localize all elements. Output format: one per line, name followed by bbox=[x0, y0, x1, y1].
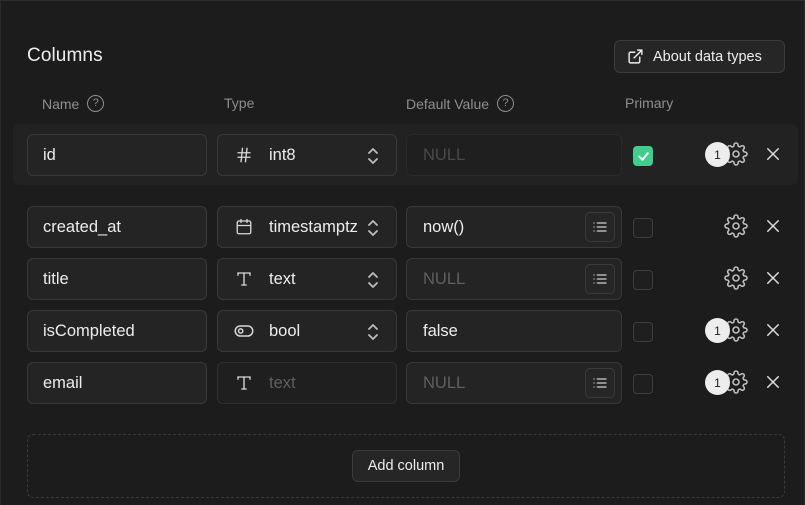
column-name-value: title bbox=[43, 269, 69, 288]
add-column-button[interactable]: Add column bbox=[352, 450, 460, 482]
count-badge: 1 bbox=[705, 142, 730, 167]
column-header-name-label: Name bbox=[42, 95, 80, 112]
help-icon[interactable]: ? bbox=[87, 95, 105, 112]
column-type-select[interactable]: text bbox=[217, 258, 397, 300]
column-header-primary: Primary bbox=[625, 95, 673, 111]
close-icon[interactable] bbox=[764, 321, 782, 339]
column-header-type-label: Type bbox=[224, 95, 255, 111]
column-header-type: Type bbox=[224, 95, 254, 111]
primary-checkbox[interactable] bbox=[633, 146, 653, 166]
about-data-types-button[interactable]: About data types bbox=[614, 40, 785, 73]
default-value: now() bbox=[423, 217, 465, 236]
table-editor-panel bbox=[0, 0, 805, 505]
column-name-value: isCompleted bbox=[43, 321, 135, 340]
primary-checkbox[interactable] bbox=[633, 270, 653, 290]
chevron-up-down-icon bbox=[368, 272, 378, 288]
default-value-placeholder: NULL bbox=[423, 145, 466, 164]
list-icon bbox=[593, 378, 607, 388]
primary-checkbox[interactable] bbox=[633, 218, 653, 238]
primary-checkbox[interactable] bbox=[633, 374, 653, 394]
column-name-input[interactable]: created_at bbox=[27, 206, 207, 248]
primary-checkbox[interactable] bbox=[633, 322, 653, 342]
default-value-placeholder: NULL bbox=[423, 269, 466, 288]
count-badge: 1 bbox=[705, 370, 730, 395]
suggestions-button[interactable] bbox=[585, 368, 615, 398]
default-value-input: NULL bbox=[406, 134, 622, 176]
check-icon bbox=[637, 151, 649, 161]
chevron-up-down-icon bbox=[368, 148, 378, 164]
calendar-icon bbox=[234, 218, 254, 236]
column-type-placeholder: text bbox=[269, 373, 296, 392]
help-icon[interactable]: ? bbox=[497, 95, 515, 112]
default-value-placeholder: NULL bbox=[423, 373, 466, 392]
column-header-name: Name ? bbox=[42, 95, 105, 112]
column-header-primary-label: Primary bbox=[625, 95, 674, 111]
chevron-up-down-icon bbox=[368, 220, 378, 236]
default-value-input[interactable]: NULL bbox=[406, 258, 622, 300]
default-value: false bbox=[423, 321, 458, 340]
text-type-icon bbox=[234, 270, 254, 288]
suggestions-button[interactable] bbox=[585, 264, 615, 294]
column-type-select[interactable]: timestamptz bbox=[217, 206, 397, 248]
hash-icon bbox=[234, 146, 254, 164]
close-icon[interactable] bbox=[764, 373, 782, 391]
close-icon[interactable] bbox=[764, 145, 782, 163]
gear-icon[interactable] bbox=[724, 266, 748, 290]
chevron-up-down-icon bbox=[368, 324, 378, 340]
column-name-input[interactable]: email bbox=[27, 362, 207, 404]
default-value-input[interactable]: now() bbox=[406, 206, 622, 248]
column-type-select[interactable]: bool bbox=[217, 310, 397, 352]
external-link-icon bbox=[628, 49, 643, 64]
close-icon[interactable] bbox=[764, 269, 782, 287]
column-header-default-label: Default Value bbox=[406, 95, 490, 112]
column-name-value: id bbox=[43, 145, 56, 164]
default-value-input[interactable]: NULL bbox=[406, 362, 622, 404]
count-badge: 1 bbox=[705, 318, 730, 343]
close-icon[interactable] bbox=[764, 217, 782, 235]
toggle-icon bbox=[234, 324, 254, 338]
column-name-input[interactable]: isCompleted bbox=[27, 310, 207, 352]
section-title: Columns bbox=[27, 45, 103, 66]
suggestions-button[interactable] bbox=[585, 212, 615, 242]
about-data-types-label: About data types bbox=[653, 48, 762, 65]
column-type-select[interactable]: text bbox=[217, 362, 397, 404]
column-type-select[interactable]: int8 bbox=[217, 134, 397, 176]
column-name-value: email bbox=[43, 373, 83, 392]
column-name-input[interactable]: title bbox=[27, 258, 207, 300]
column-name-input[interactable]: id bbox=[27, 134, 207, 176]
text-type-icon bbox=[234, 374, 254, 392]
default-value-input[interactable]: false bbox=[406, 310, 622, 352]
list-icon bbox=[593, 222, 607, 232]
column-header-default: Default Value ? bbox=[406, 95, 515, 112]
list-icon bbox=[593, 274, 607, 284]
gear-icon[interactable] bbox=[724, 214, 748, 238]
column-name-value: created_at bbox=[43, 217, 121, 236]
